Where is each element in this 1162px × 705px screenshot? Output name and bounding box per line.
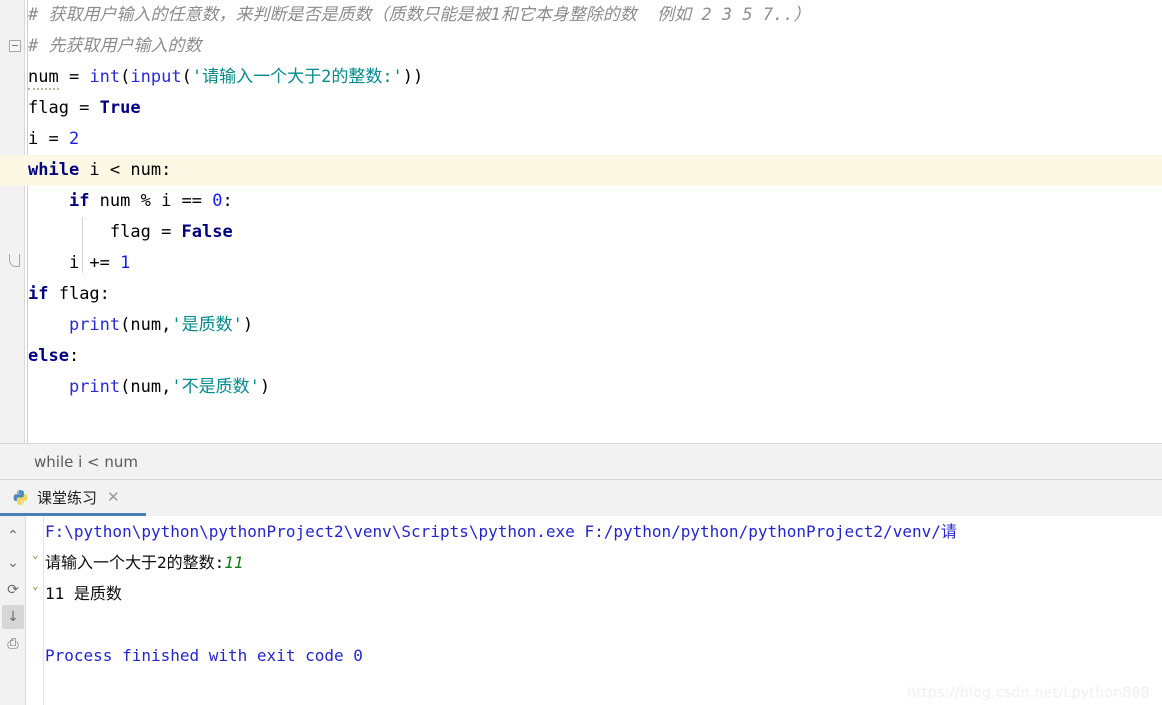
code-line[interactable]: # 获取用户输入的任意数，来判断是否是质数（质数只能是被1和它本身整除的数 例如…: [0, 0, 1162, 31]
tab-run-config[interactable]: 课堂练习 ✕: [0, 480, 130, 515]
code-token: 2: [68, 129, 80, 149]
scroll-to-end-icon[interactable]: ↓: [2, 605, 24, 629]
code-token: ): [259, 377, 271, 397]
code-token: i +=: [68, 253, 121, 273]
console-fold-chevron-icon[interactable]: ⌄: [32, 580, 39, 591]
code-token: (num,: [120, 377, 172, 397]
code-token: i =: [28, 129, 69, 149]
scroll-up-icon[interactable]: ⌃: [2, 524, 24, 548]
code-token: flag =: [109, 222, 182, 242]
print-icon-glyph: ⎙: [7, 636, 19, 652]
code-token: if: [28, 284, 49, 304]
code-token: (: [120, 67, 131, 87]
code-token: input: [130, 67, 182, 87]
console-line: F:\python\python\pythonProject2\venv\Scr…: [45, 516, 1162, 547]
code-token: i < num:: [79, 160, 172, 180]
console-fold-chevron-icon[interactable]: ⌄: [32, 549, 39, 560]
code-token: if: [68, 191, 90, 211]
scroll-up-icon-glyph: ⌃: [7, 528, 19, 544]
code-lines-container[interactable]: # 获取用户输入的任意数，来判断是否是质数（质数只能是被1和它本身整除的数 例如…: [0, 0, 1162, 443]
code-line[interactable]: flag = False: [0, 217, 1162, 248]
code-token: num % i ==: [89, 191, 213, 211]
print-icon[interactable]: ⎙: [2, 632, 24, 656]
code-token: '请输入一个大于2的整数:': [191, 67, 403, 87]
code-token: :: [222, 191, 233, 211]
console-text: Process finished with exit code 0: [45, 646, 363, 665]
indent-guide: [82, 217, 83, 273]
code-token: while: [28, 160, 80, 180]
run-tab-bar[interactable]: 课堂练习 ✕: [0, 480, 1162, 516]
console-text: 11: [224, 553, 244, 572]
code-line[interactable]: i = 2: [0, 124, 1162, 155]
console-gutter: ⌄ ⌄: [26, 516, 44, 705]
console-line: Process finished with exit code 0: [45, 640, 1162, 671]
code-token: '不是质数': [171, 377, 260, 397]
code-token: :: [68, 346, 80, 366]
tab-label: 课堂练习: [37, 489, 98, 507]
console-text: 请输入一个大于2的整数:: [45, 553, 225, 572]
code-token: False: [181, 222, 233, 242]
rerun-icon[interactable]: ⟳: [2, 578, 24, 602]
run-tool-window: 课堂练习 ✕ ⌃ ⌄ ⟳ ↓ ⎙ ⌄ ⌄ F:\python\python\pythonP…: [0, 480, 1162, 705]
code-line[interactable]: while i < num:: [0, 155, 1162, 186]
code-token: (num,: [120, 315, 172, 335]
pycharm-window: # 获取用户输入的任意数，来判断是否是质数（质数只能是被1和它本身整除的数 例如…: [0, 0, 1162, 705]
code-token: =: [58, 67, 90, 87]
code-line[interactable]: flag = True: [0, 93, 1162, 124]
code-line[interactable]: i += 1: [0, 248, 1162, 279]
code-token: num: [28, 67, 59, 90]
code-editor[interactable]: # 获取用户输入的任意数，来判断是否是质数（质数只能是被1和它本身整除的数 例如…: [0, 0, 1162, 443]
code-token: '是质数': [171, 315, 243, 335]
code-token: ): [242, 315, 254, 335]
console-toolbar[interactable]: ⌃ ⌄ ⟳ ↓ ⎙: [0, 516, 26, 705]
code-line[interactable]: num = int(input('请输入一个大于2的整数:')): [0, 62, 1162, 93]
scroll-to-end-icon-glyph: ↓: [7, 609, 19, 625]
code-token: # 获取用户输入的任意数，来判断是否是质数（质数只能是被1和它本身整除的数 例如…: [28, 5, 811, 25]
code-token: flag:: [48, 284, 110, 304]
code-line[interactable]: if flag:: [0, 279, 1162, 310]
console-output[interactable]: F:\python\python\pythonProject2\venv\Scr…: [45, 516, 1162, 705]
code-line[interactable]: if num % i == 0:: [0, 186, 1162, 217]
console-text: F:\python\python\pythonProject2\venv\Scr…: [45, 522, 957, 541]
code-token: 1: [120, 253, 131, 273]
code-token: )): [402, 67, 424, 87]
breadcrumb-bar[interactable]: while i < num: [0, 443, 1162, 480]
scroll-down-icon[interactable]: ⌄: [2, 551, 24, 575]
code-line[interactable]: # 先获取用户输入的数: [0, 31, 1162, 62]
code-token: (: [181, 67, 192, 87]
code-line[interactable]: print(num,'是质数'): [0, 310, 1162, 341]
console-text: 11 是质数: [45, 584, 122, 603]
scroll-down-icon-glyph: ⌄: [7, 555, 19, 571]
watermark: https://blog.csdn.net/Lpython888: [907, 685, 1150, 701]
console-line: 请输入一个大于2的整数:11: [45, 547, 1162, 578]
rerun-icon-glyph: ⟳: [7, 582, 19, 598]
code-token: else: [28, 346, 69, 366]
code-token: print: [68, 377, 121, 397]
code-token: int: [89, 67, 121, 87]
breadcrumb[interactable]: while i < num: [34, 444, 138, 480]
code-token: True: [99, 98, 141, 118]
code-line[interactable]: print(num,'不是质数'): [0, 372, 1162, 403]
code-token: print: [68, 315, 121, 335]
code-token: flag =: [28, 98, 100, 118]
python-logo-icon: [12, 489, 29, 506]
code-token: # 先获取用户输入的数: [28, 36, 202, 56]
code-line[interactable]: else:: [0, 341, 1162, 372]
console-line: 11 是质数: [45, 578, 1162, 609]
close-icon[interactable]: ✕: [107, 490, 120, 505]
code-token: 0: [212, 191, 223, 211]
